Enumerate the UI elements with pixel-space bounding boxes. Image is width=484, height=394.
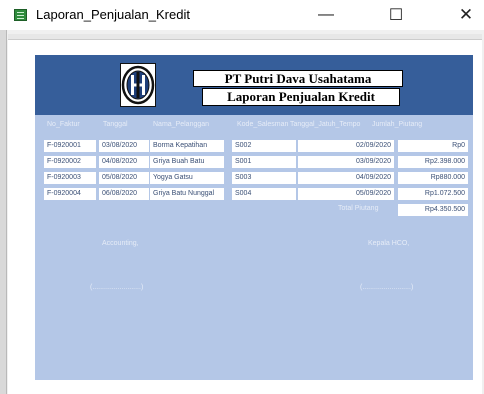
report-title: Laporan Penjualan Kredit xyxy=(202,88,400,106)
table-row-1-no-faktur: F-0920001 xyxy=(44,140,96,152)
navigation-pane-edge[interactable] xyxy=(0,30,7,394)
column-header-tanggal: Tanggal xyxy=(103,121,128,128)
total-piutang-value: Rp4.350.500 xyxy=(398,204,468,216)
total-piutang-label: Total Piutang xyxy=(338,205,379,212)
table-row-2-tanggal: 04/08/2020 xyxy=(99,156,149,168)
table-row-3-nama-pelanggan: Yogya Gatsu xyxy=(150,172,224,184)
table-row-3-no-faktur: F-0920003 xyxy=(44,172,96,184)
table-row-1-jatuh-tempo: 02/09/2020 xyxy=(298,140,394,152)
maximize-button[interactable]: ☐ xyxy=(376,0,416,30)
table-row-4-kode-salesman: S004 xyxy=(232,188,296,200)
table-row-2-kode-salesman: S001 xyxy=(232,156,296,168)
access-report-icon xyxy=(14,9,27,21)
table-row-2-nama-pelanggan: Griya Buah Batu xyxy=(150,156,224,168)
table-row-4-tanggal: 06/08/2020 xyxy=(99,188,149,200)
table-row-3-jatuh-tempo: 04/09/2020 xyxy=(298,172,394,184)
column-header-tanggal-jatuh-tempo: Tanggal_Jatuh_Tempo xyxy=(290,121,361,128)
table-row-1-kode-salesman: S002 xyxy=(232,140,296,152)
table-row-1-tanggal: 03/08/2020 xyxy=(99,140,149,152)
table-row-3-jumlah-piutang: Rp880.000 xyxy=(398,172,468,184)
column-header-no-faktur: No_Faktur xyxy=(47,121,80,128)
table-row-4-no-faktur: F-0920004 xyxy=(44,188,96,200)
close-button[interactable]: ✕ xyxy=(446,0,484,30)
accounting-signature-label: Accounting, xyxy=(102,240,139,247)
table-row-3-tanggal: 05/08/2020 xyxy=(99,172,149,184)
table-row-4-jatuh-tempo: 05/09/2020 xyxy=(298,188,394,200)
kepala-hco-signature-label: Kepala HCO, xyxy=(368,240,410,247)
column-header-nama-pelanggan: Nama_Pelanggan xyxy=(153,121,210,128)
minimize-button[interactable]: — xyxy=(306,0,346,30)
accounting-signature-line: (.........................) xyxy=(90,284,144,291)
company-name: PT Putri Dava Usahatama xyxy=(193,70,403,87)
title-bar: Laporan_Penjualan_Kredit — ☐ ✕ xyxy=(0,0,484,30)
company-logo xyxy=(120,63,156,107)
table-row-2-no-faktur: F-0920002 xyxy=(44,156,96,168)
window-title: Laporan_Penjualan_Kredit xyxy=(36,7,190,22)
table-row-2-jumlah-piutang: Rp2.398.000 xyxy=(398,156,468,168)
column-header-kode-salesman: Kode_Salesman xyxy=(237,121,289,128)
table-row-4-jumlah-piutang: Rp1.072.500 xyxy=(398,188,468,200)
table-row-4-nama-pelanggan: Griya Batu Nunggal xyxy=(150,188,224,200)
table-row-2-jatuh-tempo: 03/09/2020 xyxy=(298,156,394,168)
table-row-1-nama-pelanggan: Borma Kepatihan xyxy=(150,140,224,152)
table-row-3-kode-salesman: S003 xyxy=(232,172,296,184)
kepala-hco-signature-line: (.........................) xyxy=(360,284,414,291)
column-header-jumlah-piutang: Jumlah_Piutang xyxy=(372,121,423,128)
table-row-1-jumlah-piutang: Rp0 xyxy=(398,140,468,152)
